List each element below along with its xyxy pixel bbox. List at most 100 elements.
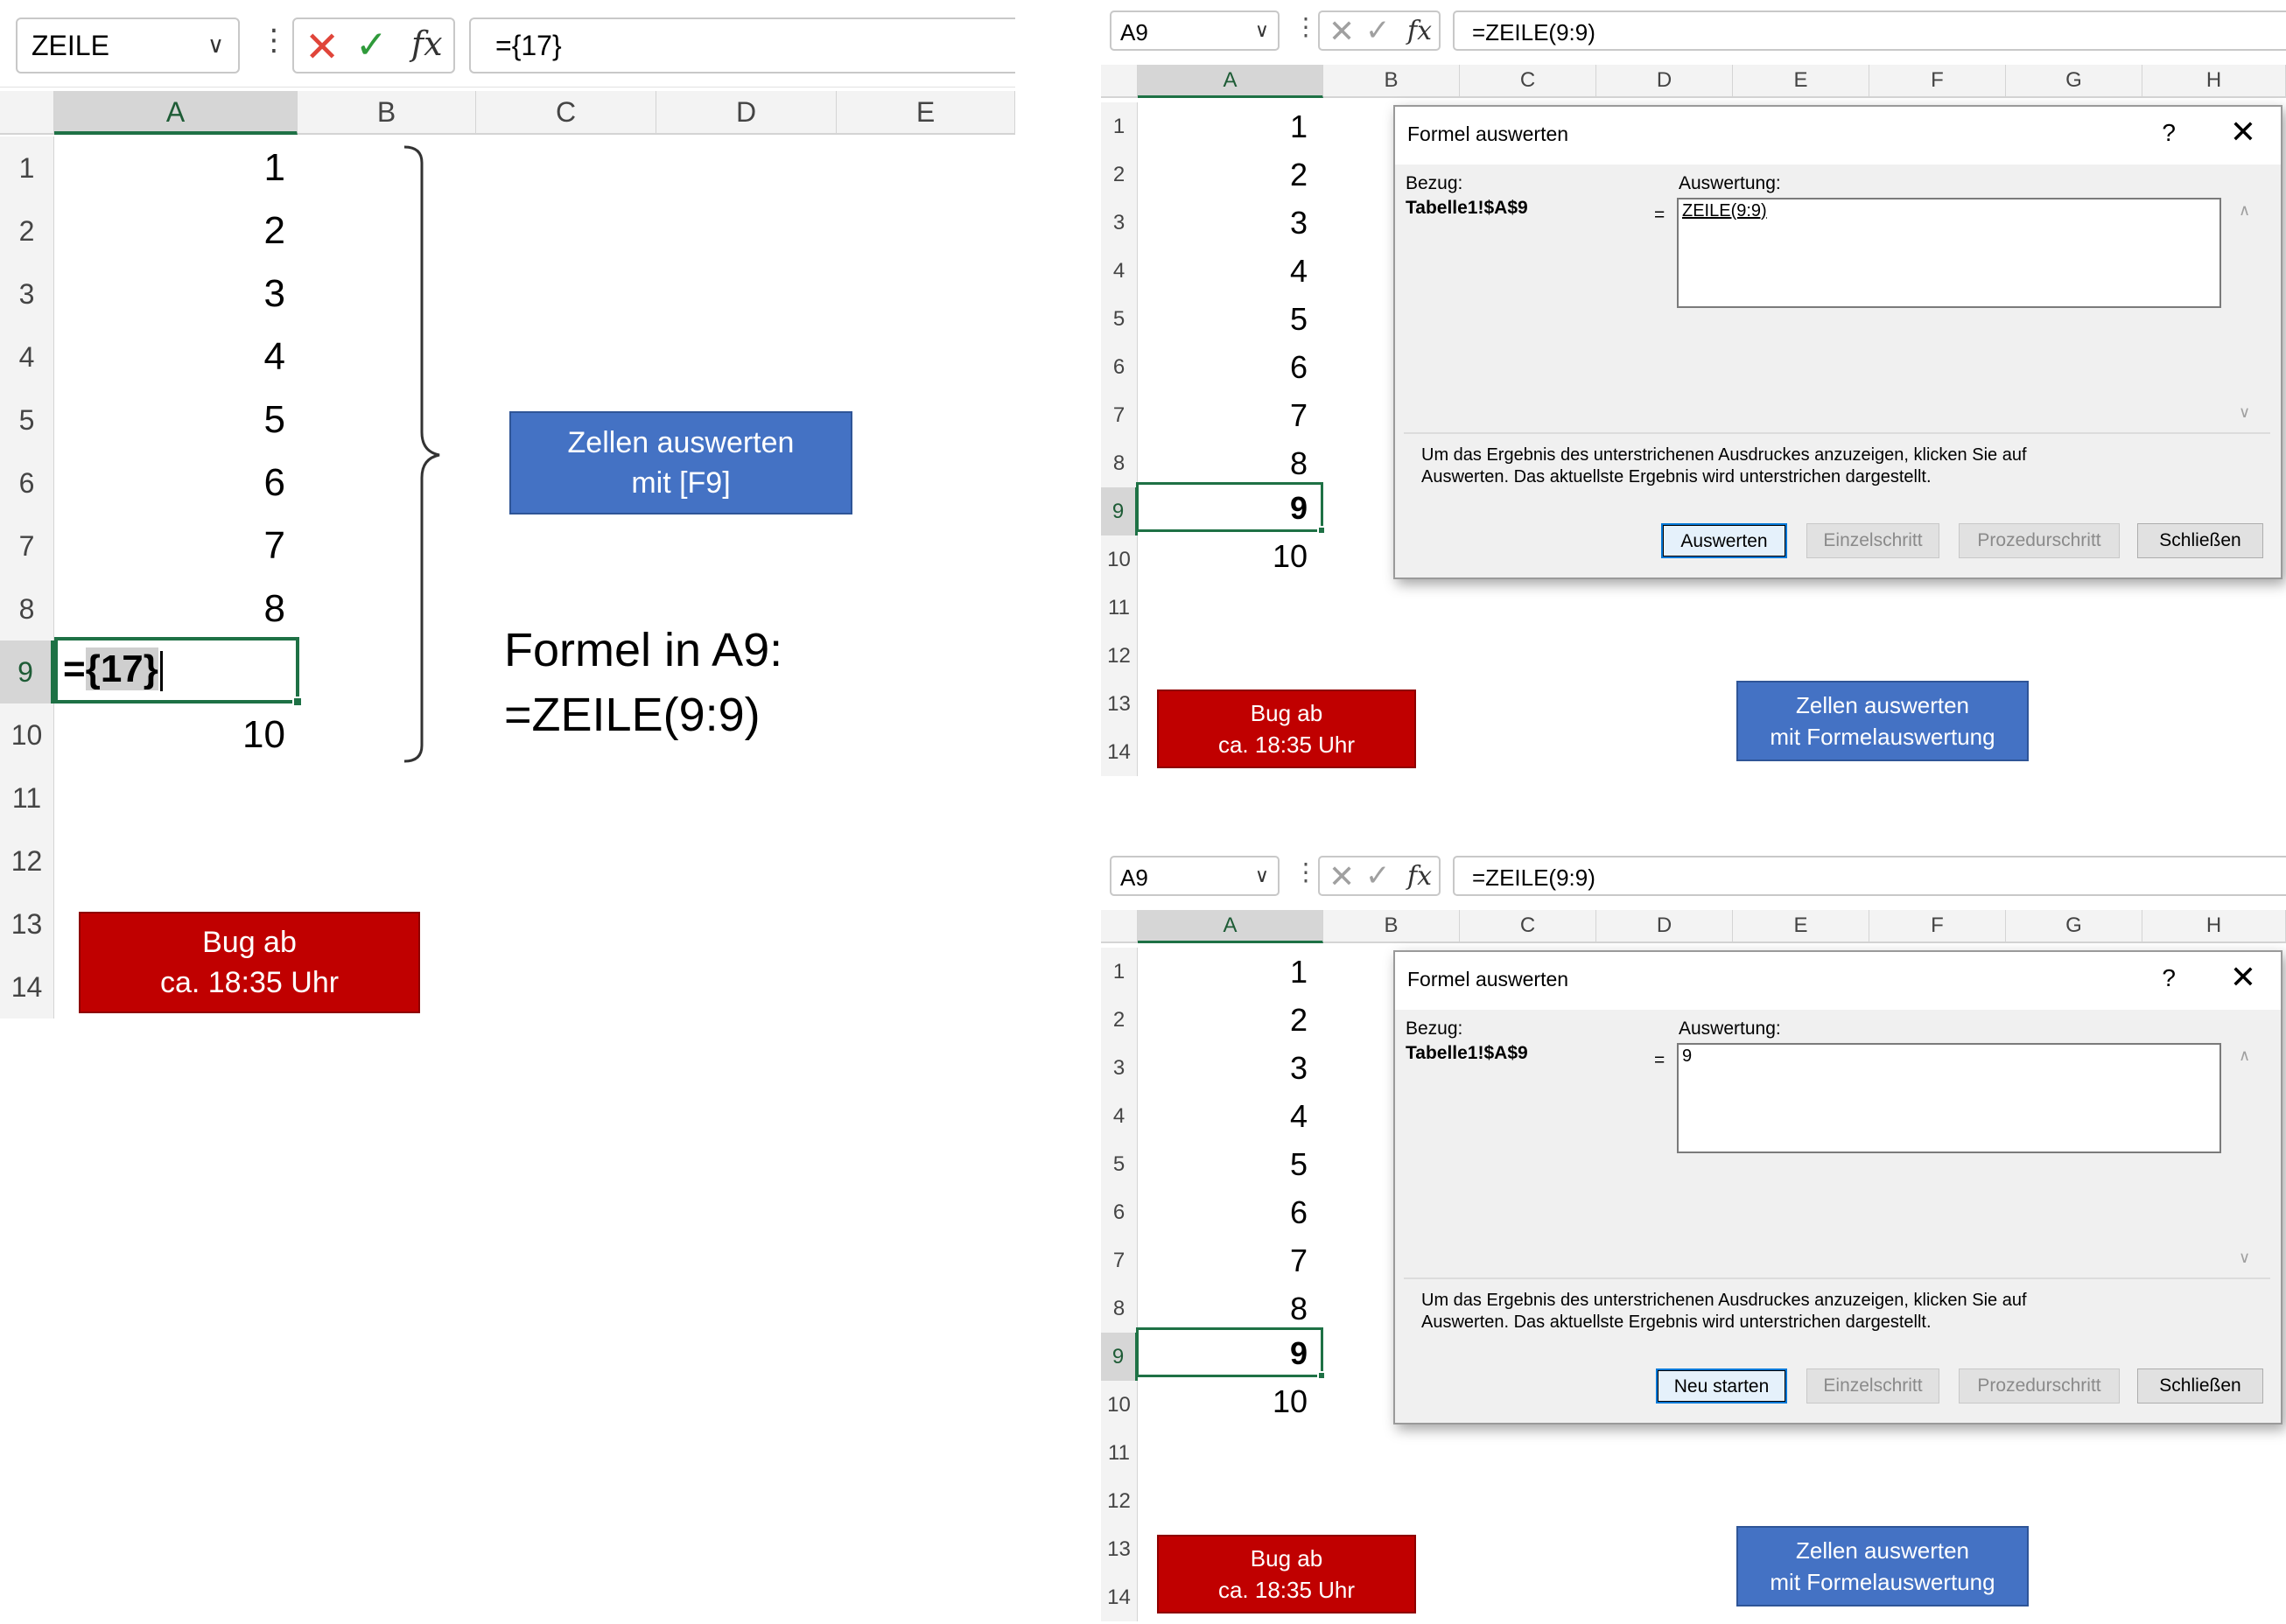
column-header-a[interactable]: A xyxy=(54,91,298,135)
column-header-e[interactable]: E xyxy=(837,91,1015,135)
row-header-8[interactable]: 8 xyxy=(1101,439,1138,487)
row-header-9[interactable]: 9 xyxy=(1101,487,1138,536)
column-header-h[interactable]: H xyxy=(2142,910,2286,943)
cell-a7[interactable]: 7 xyxy=(1139,391,1315,439)
row-header-10[interactable]: 10 xyxy=(1101,536,1138,584)
fill-handle[interactable] xyxy=(1317,526,1326,535)
row-header-8[interactable]: 8 xyxy=(0,578,54,640)
step-in-button[interactable]: Einzelschritt xyxy=(1806,523,1939,558)
column-header-a[interactable]: A xyxy=(1138,910,1323,943)
row-header-9[interactable]: 9 xyxy=(0,640,54,704)
cell-a4[interactable]: 4 xyxy=(1139,1092,1315,1140)
cell-a6[interactable]: 6 xyxy=(56,452,292,514)
row-header-5[interactable]: 5 xyxy=(1101,295,1138,343)
insert-function-icon[interactable]: fx xyxy=(1407,861,1432,892)
close-button[interactable]: Schließen xyxy=(2137,523,2263,558)
help-icon[interactable]: ? xyxy=(2162,119,2176,147)
row-header-14[interactable]: 14 xyxy=(0,956,54,1018)
cancel-icon[interactable]: ✕ xyxy=(305,23,340,72)
column-header-b[interactable]: B xyxy=(1323,910,1460,943)
enter-check-icon[interactable]: ✓ xyxy=(355,23,388,67)
column-header-a[interactable]: A xyxy=(1138,65,1323,98)
row-header-5[interactable]: 5 xyxy=(1101,1140,1138,1188)
fill-handle[interactable] xyxy=(1317,1371,1326,1380)
evaluation-scrollbar[interactable]: ∧ ∨ xyxy=(2228,198,2263,425)
chevron-down-icon[interactable]: ∨ xyxy=(1255,864,1269,887)
name-box[interactable]: ZEILE ∨ xyxy=(16,18,240,74)
evaluation-box[interactable]: 9 xyxy=(1677,1043,2221,1153)
scroll-down-icon[interactable]: ∨ xyxy=(2239,403,2250,422)
row-header-7[interactable]: 7 xyxy=(1101,391,1138,439)
column-header-b[interactable]: B xyxy=(298,91,476,135)
cell-a2[interactable]: 2 xyxy=(56,200,292,262)
cell-a10[interactable]: 10 xyxy=(1139,1377,1315,1425)
cell-a4[interactable]: 4 xyxy=(1139,247,1315,295)
cell-a10[interactable]: 10 xyxy=(56,704,292,766)
row-header-12[interactable]: 12 xyxy=(0,830,54,892)
evaluation-scrollbar[interactable]: ∧ ∨ xyxy=(2228,1043,2263,1270)
cell-a6[interactable]: 6 xyxy=(1139,343,1315,391)
column-header-f[interactable]: F xyxy=(1869,910,2006,943)
row-header-3[interactable]: 3 xyxy=(1101,199,1138,247)
row-header-4[interactable]: 4 xyxy=(1101,1092,1138,1140)
row-header-1[interactable]: 1 xyxy=(0,136,54,200)
row-header-6[interactable]: 6 xyxy=(1101,343,1138,391)
scroll-up-icon[interactable]: ∧ xyxy=(2239,201,2250,220)
row-header-4[interactable]: 4 xyxy=(0,326,54,388)
cell-a3[interactable]: 3 xyxy=(56,262,292,326)
row-header-8[interactable]: 8 xyxy=(1101,1284,1138,1333)
row-header-10[interactable]: 10 xyxy=(1101,1381,1138,1429)
cell-a2[interactable]: 2 xyxy=(1139,996,1315,1044)
cell-a3[interactable]: 3 xyxy=(1139,199,1315,247)
more-options-icon[interactable]: ⋮ xyxy=(1294,12,1318,41)
row-header-4[interactable]: 4 xyxy=(1101,247,1138,295)
row-header-2[interactable]: 2 xyxy=(1101,996,1138,1044)
evaluation-box[interactable]: ZEILE(9:9) xyxy=(1677,198,2221,308)
row-header-2[interactable]: 2 xyxy=(0,200,54,262)
formula-input[interactable]: =ZEILE(9:9) xyxy=(1453,856,2286,896)
row-header-11[interactable]: 11 xyxy=(0,766,54,830)
scroll-up-icon[interactable]: ∧ xyxy=(2239,1046,2250,1065)
column-header-c[interactable]: C xyxy=(1460,910,1596,943)
row-header-1[interactable]: 1 xyxy=(1101,102,1138,150)
cell-a8[interactable]: 8 xyxy=(56,578,292,640)
chevron-down-icon[interactable]: ∨ xyxy=(207,32,224,59)
column-header-c[interactable]: C xyxy=(1460,65,1596,98)
step-in-button[interactable]: Einzelschritt xyxy=(1806,1368,1939,1404)
cell-a1[interactable]: 1 xyxy=(56,136,292,200)
more-options-icon[interactable]: ⋮ xyxy=(1294,858,1318,886)
help-icon[interactable]: ? xyxy=(2162,964,2176,992)
cell-a7[interactable]: 7 xyxy=(1139,1236,1315,1284)
cell-a4[interactable]: 4 xyxy=(56,326,292,388)
select-all-corner[interactable] xyxy=(0,91,54,135)
more-options-icon[interactable]: ⋮ xyxy=(259,23,289,58)
row-header-1[interactable]: 1 xyxy=(1101,948,1138,996)
step-out-button[interactable]: Prozedurschritt xyxy=(1959,1368,2120,1404)
cell-a6[interactable]: 6 xyxy=(1139,1188,1315,1236)
fill-handle[interactable] xyxy=(292,696,303,707)
insert-function-icon[interactable]: fx xyxy=(411,24,443,63)
column-header-c[interactable]: C xyxy=(476,91,656,135)
cell-a3[interactable]: 3 xyxy=(1139,1044,1315,1092)
formula-input[interactable]: ={17} xyxy=(469,18,1015,74)
column-header-g[interactable]: G xyxy=(2006,910,2142,943)
row-header-13[interactable]: 13 xyxy=(1101,680,1138,728)
cell-a8[interactable]: 8 xyxy=(1139,1284,1315,1333)
close-button[interactable]: Schließen xyxy=(2137,1368,2263,1404)
row-header-12[interactable]: 12 xyxy=(1101,1477,1138,1525)
column-header-d[interactable]: D xyxy=(656,91,837,135)
row-header-7[interactable]: 7 xyxy=(0,514,54,578)
cell-a5[interactable]: 5 xyxy=(1139,295,1315,343)
row-header-11[interactable]: 11 xyxy=(1101,584,1138,632)
cell-a5[interactable]: 5 xyxy=(56,388,292,452)
row-header-3[interactable]: 3 xyxy=(1101,1044,1138,1092)
cell-a2[interactable]: 2 xyxy=(1139,150,1315,199)
column-header-e[interactable]: E xyxy=(1733,910,1869,943)
chevron-down-icon[interactable]: ∨ xyxy=(1255,19,1269,42)
cell-a7[interactable]: 7 xyxy=(56,514,292,578)
row-header-14[interactable]: 14 xyxy=(1101,728,1138,776)
row-header-5[interactable]: 5 xyxy=(0,388,54,452)
row-header-6[interactable]: 6 xyxy=(1101,1188,1138,1236)
row-header-2[interactable]: 2 xyxy=(1101,150,1138,199)
row-header-12[interactable]: 12 xyxy=(1101,632,1138,680)
